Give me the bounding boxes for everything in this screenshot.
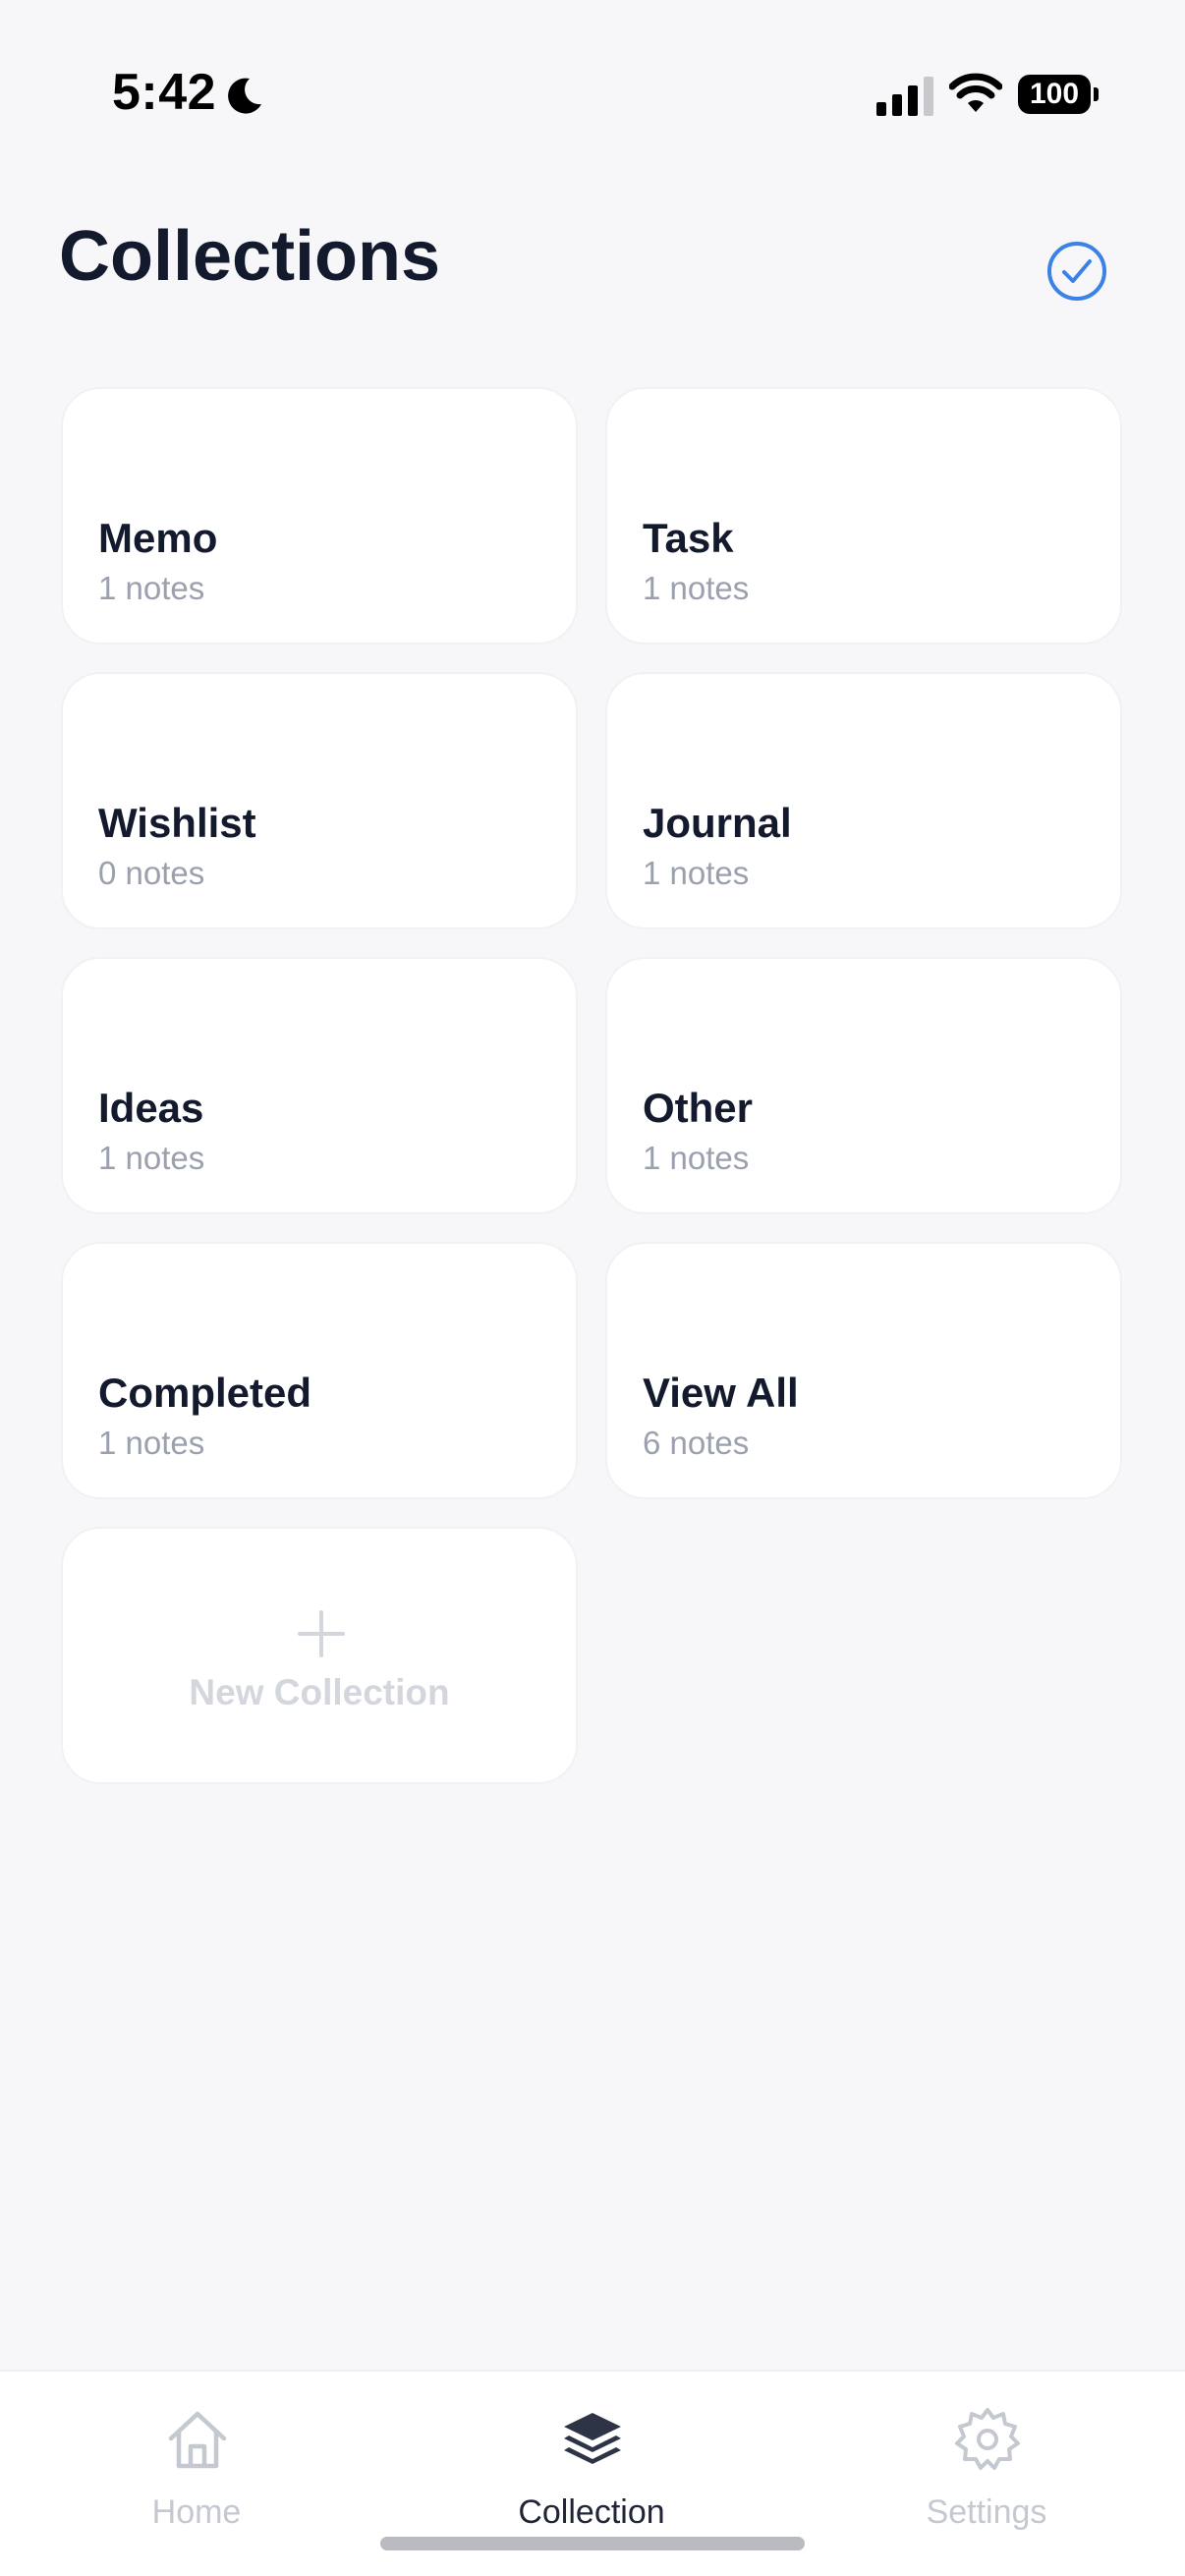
collection-name: Wishlist bbox=[98, 800, 256, 846]
tab-collection-label: Collection bbox=[518, 2493, 665, 2531]
checkmark-circle-icon bbox=[1047, 242, 1106, 301]
collection-name: Completed bbox=[98, 1370, 312, 1416]
collection-card-view-all[interactable]: View All 6 notes bbox=[605, 1242, 1122, 1499]
plus-icon bbox=[298, 1610, 345, 1657]
collections-screen: 5:42 100 Collections Memo 1 notes Task 1… bbox=[0, 0, 1185, 2576]
collection-card-other[interactable]: Other 1 notes bbox=[605, 957, 1122, 1214]
cellular-signal-icon bbox=[876, 77, 933, 116]
collection-count: 1 notes bbox=[643, 855, 750, 891]
collection-name: Ideas bbox=[98, 1085, 204, 1131]
status-time: 5:42 bbox=[112, 64, 217, 121]
tab-home[interactable]: Home bbox=[49, 2395, 344, 2533]
battery-indicator: 100 bbox=[1018, 75, 1099, 114]
battery-level: 100 bbox=[1018, 75, 1091, 114]
collection-count: 1 notes bbox=[98, 570, 205, 606]
collection-count: 1 notes bbox=[643, 1140, 750, 1176]
collection-card-ideas[interactable]: Ideas 1 notes bbox=[61, 957, 578, 1214]
page-title: Collections bbox=[59, 217, 441, 296]
new-collection-button[interactable]: New Collection bbox=[61, 1527, 578, 1784]
select-button[interactable] bbox=[1045, 240, 1108, 303]
tab-collection[interactable]: Collection bbox=[444, 2395, 739, 2533]
collection-name: Memo bbox=[98, 515, 218, 561]
collection-name: View All bbox=[643, 1370, 799, 1416]
collection-card-journal[interactable]: Journal 1 notes bbox=[605, 672, 1122, 929]
status-bar: 5:42 100 bbox=[0, 0, 1185, 138]
collection-name: Journal bbox=[643, 800, 792, 846]
gear-icon bbox=[955, 2408, 1020, 2470]
collection-count: 1 notes bbox=[98, 1140, 205, 1176]
tab-settings[interactable]: Settings bbox=[839, 2395, 1134, 2533]
tab-settings-label: Settings bbox=[926, 2493, 1047, 2531]
collection-name: Task bbox=[643, 515, 734, 561]
battery-cap bbox=[1094, 87, 1099, 101]
collection-card-task[interactable]: Task 1 notes bbox=[605, 387, 1122, 644]
collection-count: 6 notes bbox=[643, 1425, 750, 1461]
collection-card-memo[interactable]: Memo 1 notes bbox=[61, 387, 578, 644]
collection-name: Other bbox=[643, 1085, 754, 1131]
collection-count: 0 notes bbox=[98, 855, 205, 891]
tab-home-label: Home bbox=[151, 2493, 242, 2531]
collection-count: 1 notes bbox=[98, 1425, 205, 1461]
layers-icon bbox=[564, 2413, 621, 2464]
collection-card-completed[interactable]: Completed 1 notes bbox=[61, 1242, 578, 1499]
home-icon bbox=[168, 2411, 227, 2469]
collection-card-wishlist[interactable]: Wishlist 0 notes bbox=[61, 672, 578, 929]
new-collection-label: New Collection bbox=[189, 1672, 450, 1712]
home-indicator[interactable] bbox=[380, 2537, 805, 2550]
moon-icon bbox=[228, 78, 261, 114]
wifi-icon bbox=[949, 73, 1002, 112]
collection-count: 1 notes bbox=[643, 570, 750, 606]
